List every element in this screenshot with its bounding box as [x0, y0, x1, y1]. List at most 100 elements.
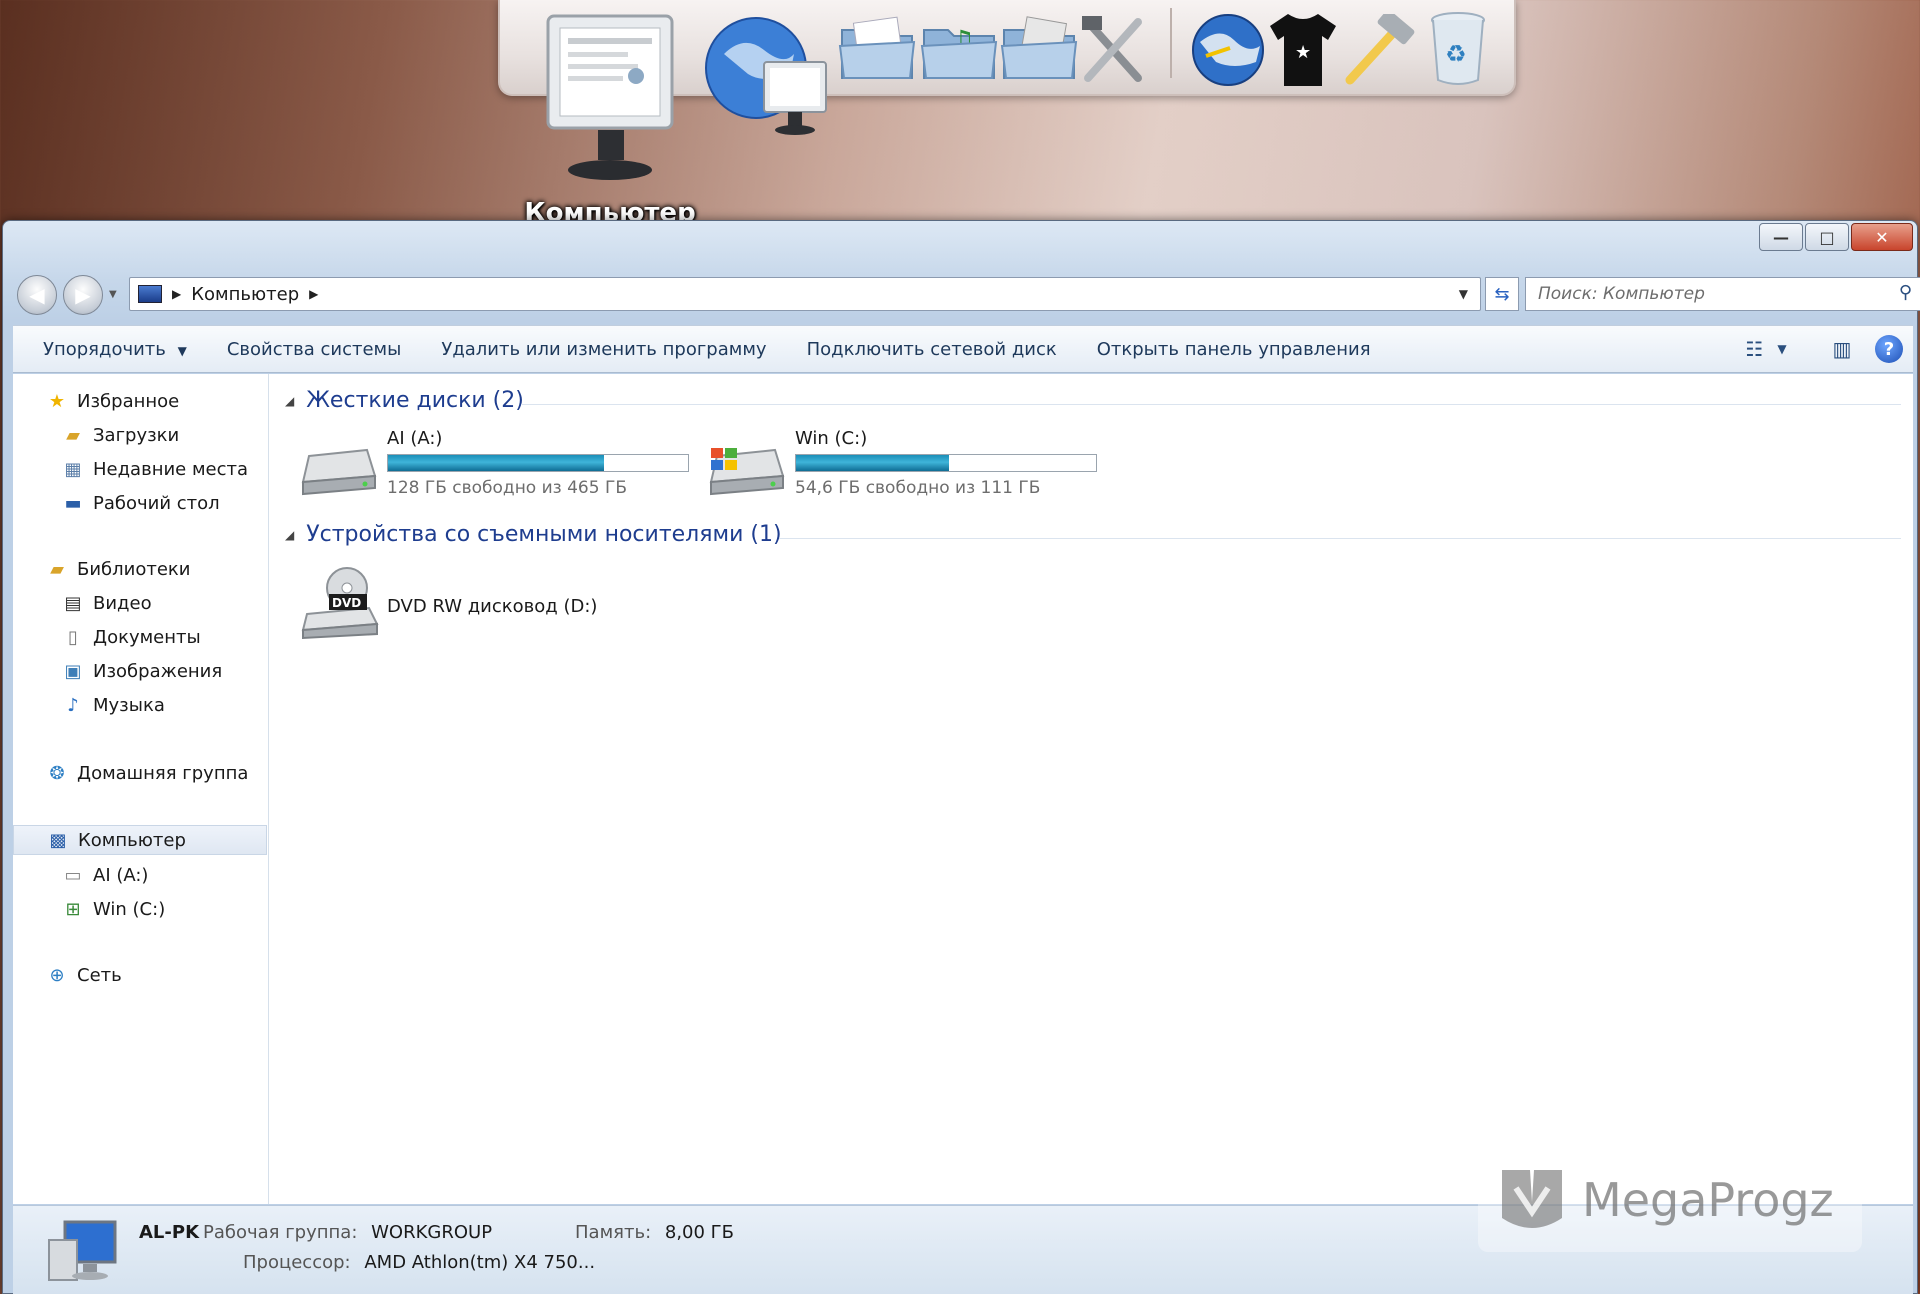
globe-icon[interactable]: [1190, 12, 1266, 88]
sidebar-item-label: Компьютер: [78, 829, 186, 851]
drive-usage-fill: [388, 455, 604, 471]
system-properties-button[interactable]: Свойства системы: [207, 339, 421, 360]
video-icon: ▤: [64, 592, 82, 614]
refresh-button[interactable]: ⇆: [1485, 277, 1519, 311]
minimize-button[interactable]: —: [1759, 223, 1803, 251]
sidebar-item-label: Недавние места: [93, 458, 249, 480]
sidebar-item-video[interactable]: ▤ Видео: [13, 588, 152, 618]
sidebar-item-label: AI (A:): [93, 864, 149, 886]
svg-text:♻: ♻: [1445, 40, 1467, 68]
computer-small-icon: [138, 285, 162, 303]
chevron-down-icon: ▼: [177, 343, 187, 358]
sidebar-item-drive-c[interactable]: ⊞ Win (C:): [13, 894, 165, 924]
tshirt-icon[interactable]: ★: [1268, 8, 1338, 88]
downloads-folder-icon: ▰: [66, 424, 80, 446]
workgroup-label: Рабочая группа:: [203, 1222, 358, 1243]
back-button[interactable]: ◀: [17, 275, 57, 315]
pictures-folder-icon[interactable]: [1000, 16, 1078, 82]
sidebar-item-libraries[interactable]: ▰ Библиотеки: [13, 554, 191, 584]
homegroup-icon: ❂: [49, 762, 65, 784]
collapse-triangle-icon[interactable]: ◢: [285, 528, 294, 542]
history-dropdown-icon[interactable]: ▼: [109, 289, 117, 300]
workgroup-field: Рабочая группа: WORKGROUP: [203, 1222, 492, 1243]
organize-button[interactable]: Упорядочить ▼: [13, 339, 207, 360]
drive-usage-fill: [796, 455, 949, 471]
sidebar-item-label: Win (C:): [93, 898, 166, 920]
sidebar-item-drive-a[interactable]: ▭ AI (A:): [13, 860, 148, 890]
address-bar[interactable]: ▶ Компьютер ▶ ▼: [129, 277, 1481, 311]
preview-pane-icon: ▥: [1832, 337, 1852, 361]
sidebar-item-computer[interactable]: ▩ Компьютер: [13, 825, 267, 855]
recycle-bin-icon[interactable]: ♻: [1428, 10, 1488, 86]
sidebar-item-downloads[interactable]: ▰ Загрузки: [13, 420, 179, 450]
open-control-panel-button[interactable]: Открыть панель управления: [1077, 339, 1391, 360]
computer-icon[interactable]: [540, 12, 680, 182]
svg-text:★: ★: [1295, 42, 1311, 63]
caption-buttons: — □ ✕: [1759, 223, 1913, 251]
drive-usage-bar: [795, 454, 1097, 472]
star-icon: ★: [48, 390, 66, 412]
arrow-left-icon: ◀: [29, 283, 45, 307]
search-icon[interactable]: ⚲: [1899, 282, 1912, 303]
breadcrumb-arrow-icon[interactable]: ▶: [309, 287, 318, 301]
drive-usage-bar: [387, 454, 689, 472]
explorer-window: — □ ✕ ◀ ▶ ▼ ▶ Компьютер ▶ ▼ ⇆ Поиск: Ком…: [2, 220, 1920, 1294]
group-header-removable[interactable]: ◢ Устройства со съемными носителями (1): [285, 522, 782, 547]
sidebar-item-pictures[interactable]: ▣ Изображения: [13, 656, 222, 686]
navigation-pane: ★ Избранное ▰ Загрузки ▦ Недавние места …: [13, 374, 269, 1204]
dock-separator: [1170, 8, 1172, 78]
sidebar-item-label: Музыка: [93, 694, 165, 716]
maximize-button[interactable]: □: [1805, 223, 1849, 251]
preview-pane-button[interactable]: ▥: [1827, 334, 1857, 364]
sidebar-item-recent-places[interactable]: ▦ Недавние места: [13, 454, 248, 484]
details-view-icon: ☷: [1745, 337, 1764, 361]
group-header-hard-disks[interactable]: ◢ Жесткие диски (2): [285, 388, 524, 413]
uninstall-program-button[interactable]: Удалить или изменить программу: [421, 339, 786, 360]
hammer-icon[interactable]: [1342, 14, 1418, 86]
network-globe-icon[interactable]: [704, 14, 830, 138]
hard-drive-icon: ▭: [64, 864, 82, 886]
search-placeholder: Поиск: Компьютер: [1538, 284, 1705, 304]
sidebar-item-music[interactable]: ♪ Музыка: [13, 690, 165, 720]
search-input[interactable]: Поиск: Компьютер ⚲: [1525, 277, 1920, 311]
dvd-drive-icon: DVD: [301, 567, 379, 640]
organize-label: Упорядочить: [43, 338, 166, 360]
documents-icon: ▯: [68, 626, 78, 648]
memory-label: Память:: [575, 1222, 652, 1243]
change-view-button[interactable]: ☷ ▼: [1745, 334, 1786, 364]
pictures-icon: ▣: [64, 660, 82, 682]
sidebar-item-label: Рабочий стол: [93, 492, 220, 514]
watermark-text: MegaProgz: [1582, 1173, 1834, 1227]
hard-drive-icon: [301, 448, 377, 496]
refresh-icon: ⇆: [1494, 283, 1510, 305]
sidebar-item-label: Библиотеки: [77, 558, 191, 580]
sidebar-item-label: Домашняя группа: [77, 762, 249, 784]
sidebar-item-documents[interactable]: ▯ Документы: [13, 622, 201, 652]
documents-folder-icon[interactable]: [838, 16, 916, 82]
breadcrumb-arrow-icon[interactable]: ▶: [172, 287, 181, 301]
breadcrumb-computer[interactable]: Компьютер: [191, 284, 299, 305]
content-pane: ◢ Жесткие диски (2) AI (A:) 128 ГБ свобо…: [271, 374, 1913, 1204]
sidebar-item-label: Загрузки: [93, 424, 180, 446]
group-header-label: Жесткие диски (2): [306, 388, 524, 413]
sidebar-item-favorites[interactable]: ★ Избранное: [13, 386, 179, 416]
sidebar-item-network[interactable]: ⊕ Сеть: [13, 960, 121, 990]
collapse-triangle-icon[interactable]: ◢: [285, 394, 294, 408]
address-dropdown-icon[interactable]: ▼: [1459, 287, 1468, 301]
processor-label: Процессор:: [243, 1252, 351, 1273]
forward-button[interactable]: ▶: [63, 275, 103, 315]
group-divider: [521, 404, 1901, 405]
help-button[interactable]: ?: [1875, 335, 1903, 363]
sidebar-item-desktop[interactable]: ▬ Рабочий стол: [13, 488, 220, 518]
music-folder-icon[interactable]: ♫: [920, 16, 998, 82]
help-icon: ?: [1883, 338, 1895, 360]
map-network-drive-button[interactable]: Подключить сетевой диск: [787, 339, 1077, 360]
close-button[interactable]: ✕: [1851, 223, 1913, 251]
drive-name: DVD RW дисковод (D:): [387, 596, 598, 617]
memory-value: 8,00 ГБ: [664, 1222, 735, 1243]
computer-large-icon: [48, 1220, 117, 1281]
sidebar-item-label: Избранное: [77, 390, 180, 412]
sidebar-item-label: Видео: [93, 592, 152, 614]
sidebar-item-homegroup[interactable]: ❂ Домашняя группа: [13, 758, 248, 788]
tools-icon[interactable]: [1078, 14, 1148, 86]
